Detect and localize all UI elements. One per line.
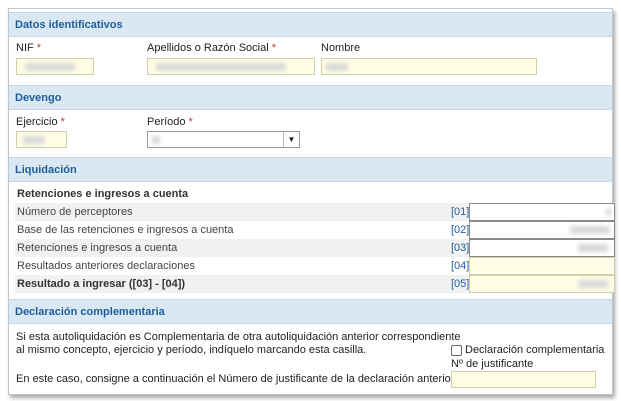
row-code: [04] [451, 260, 470, 272]
section-header-liquidacion: Liquidación [9, 157, 612, 182]
base-retenciones-input[interactable] [469, 221, 615, 239]
justificante-label: Nº de justificante [451, 358, 534, 370]
required-mark: * [60, 116, 65, 128]
complementaria-text-line2: al mismo concepto, ejercicio y período, … [16, 344, 367, 356]
periodo-select[interactable]: ▼ [147, 131, 300, 148]
row-code: [02] [451, 224, 470, 236]
row-code: [01] [451, 206, 470, 218]
table-row: Base de las retenciones e ingresos a cue… [15, 221, 615, 239]
required-mark: * [188, 116, 193, 128]
nombre-label: Nombre [321, 42, 361, 54]
table-row: Resultado a ingresar ([03] - [04]) [05] [15, 275, 615, 293]
section-header-identificacion: Datos identificativos [9, 12, 612, 37]
complementaria-text-line3: En este caso, consigne a continuación el… [16, 373, 457, 385]
chevron-down-icon[interactable]: ▼ [283, 132, 299, 147]
complementaria-text-line1: Si esta autoliquidación es Complementari… [16, 331, 461, 343]
liquidacion-subtitle: Retenciones e ingresos a cuenta [17, 188, 189, 200]
nif-input[interactable] [16, 58, 94, 75]
checkbox-label[interactable]: Declaración complementaria [465, 344, 604, 356]
justificante-input[interactable] [451, 371, 596, 388]
row-code: [05] [451, 278, 470, 290]
table-row: Número de perceptores [01] [15, 203, 615, 221]
perceptores-input[interactable] [469, 203, 615, 221]
required-mark: * [36, 42, 42, 54]
resultado-ingresar-input [469, 275, 615, 293]
retenciones-input[interactable] [469, 239, 615, 257]
ejercicio-input[interactable] [16, 131, 67, 148]
periodo-label: Período * [147, 116, 193, 128]
row-label: Base de las retenciones e ingresos a cue… [17, 224, 234, 236]
required-mark: * [271, 42, 276, 54]
ejercicio-label: Ejercicio * [16, 116, 65, 128]
section-header-devengo: Devengo [9, 85, 612, 110]
apellidos-label: Apellidos o Razón Social * [147, 42, 276, 54]
row-label: Retenciones e ingresos a cuenta [17, 242, 178, 254]
nombre-input[interactable] [321, 58, 537, 75]
row-label: Número de perceptores [17, 206, 133, 218]
section-header-complementaria: Declaración complementaria [9, 299, 612, 324]
table-row: Resultados anteriores declaraciones [04] [15, 257, 615, 275]
row-label: Resultado a ingresar ([03] - [04]) [17, 278, 186, 290]
form-panel: Datos identificativos NIF * Apellidos o R… [8, 8, 615, 395]
nif-label: NIF * [16, 42, 42, 54]
table-row: Retenciones e ingresos a cuenta [03] [15, 239, 615, 257]
row-label: Resultados anteriores declaraciones [17, 260, 195, 272]
apellidos-input[interactable] [147, 58, 315, 75]
resultados-anteriores-input[interactable] [469, 257, 615, 275]
row-code: [03] [451, 242, 470, 254]
complementaria-checkbox[interactable] [451, 345, 462, 356]
